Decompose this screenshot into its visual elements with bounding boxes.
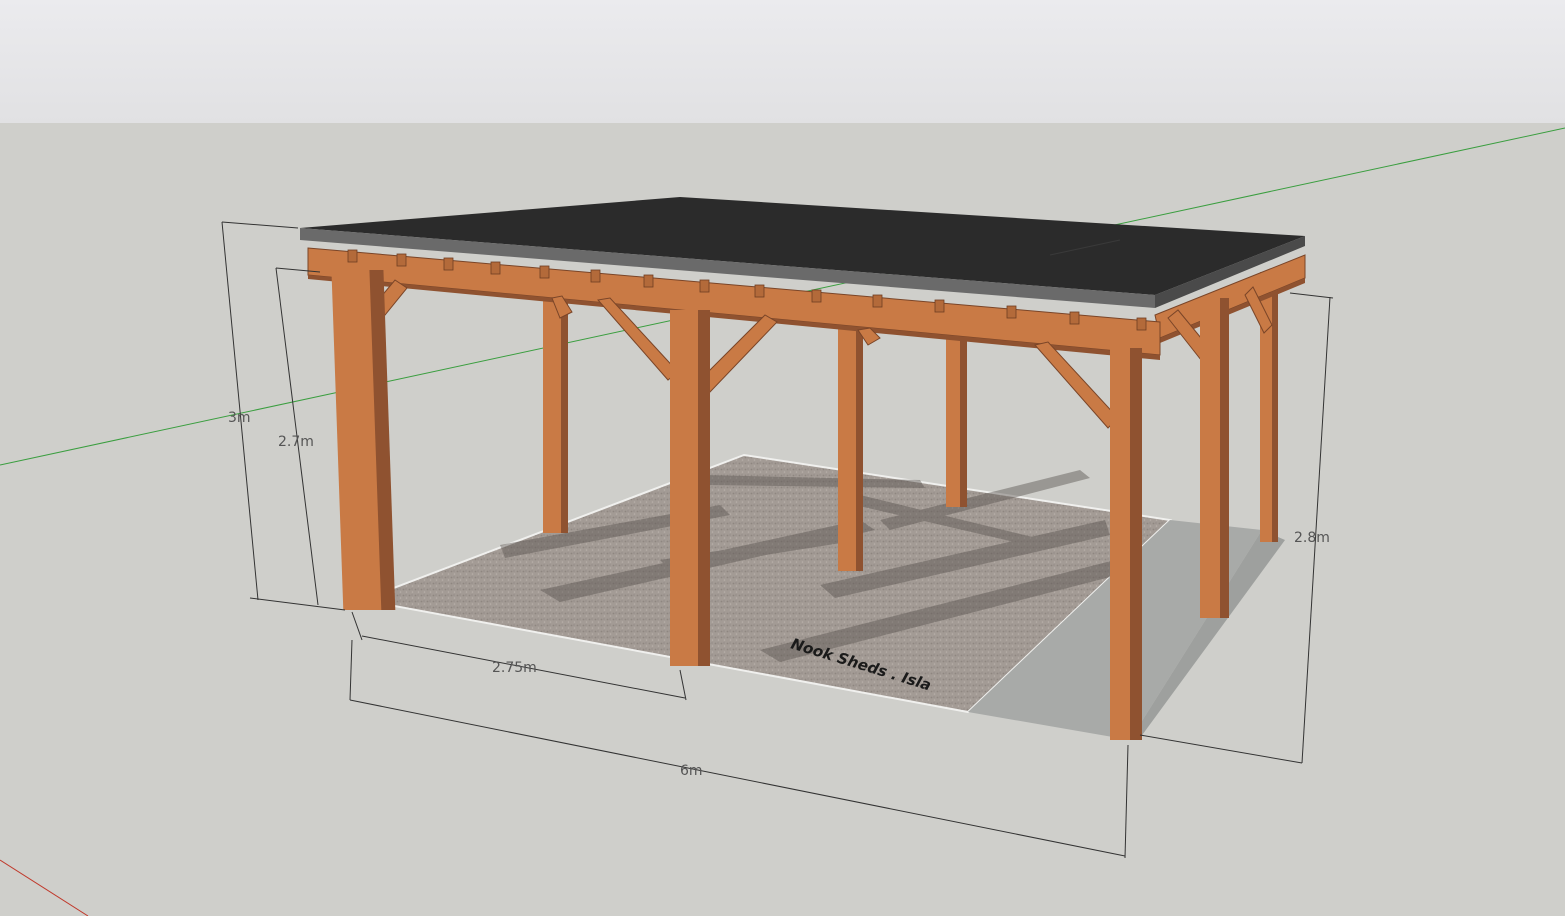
dim-label-2-75m: 2.75m <box>492 660 537 676</box>
dim-label-6m: 6m <box>680 763 703 779</box>
sketchup-viewport[interactable]: Nook Sheds . Isla 3m 2.7m 2.75m 6m 2.8m <box>0 0 1565 916</box>
dim-label-3m: 3m <box>228 410 251 426</box>
post <box>670 310 700 666</box>
dim-label-2-7m: 2.7m <box>278 434 314 450</box>
side-posts <box>1200 298 1229 618</box>
dim-label-2-8m: 2.8m <box>1294 530 1330 546</box>
model-canvas[interactable]: Nook Sheds . Isla 3m 2.7m 2.75m 6m 2.8m <box>0 0 1565 916</box>
sky <box>0 0 1565 123</box>
